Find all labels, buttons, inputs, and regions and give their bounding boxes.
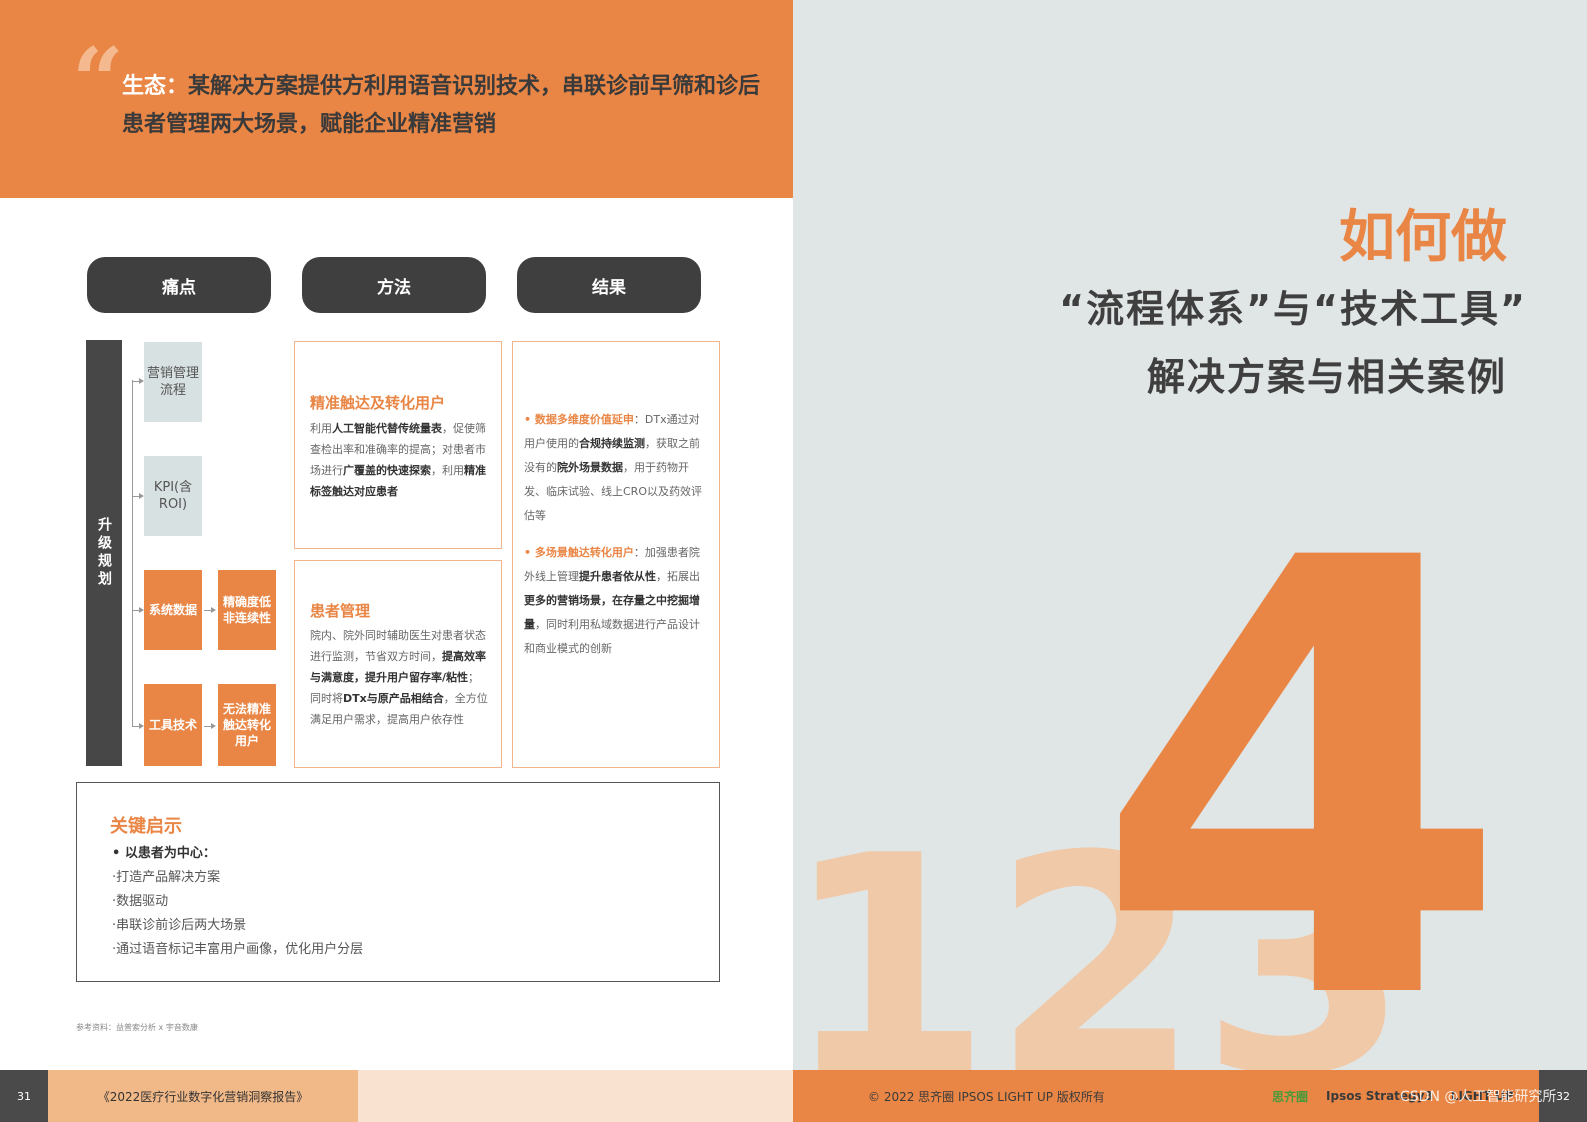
method-card-patient-text: 院内、院外同时辅助医生对患者状态进行监测，节省双方时间，提高效率与满意度，提升用… <box>310 625 488 730</box>
page-number-left: 31 <box>0 1070 48 1122</box>
text-bold: 提升患者依从性 <box>579 570 656 583</box>
right-page: 123 4 <box>793 0 1587 1070</box>
bracket-line <box>132 380 133 726</box>
result-item-data-title: • 数据多维度价值延申 <box>524 413 634 426</box>
text-bold: DTx与原产品相结合 <box>343 692 444 705</box>
key-insight-item: ·数据驱动 <box>112 894 169 909</box>
column-header-result: 结果 <box>517 257 701 313</box>
key-insight-title: 关键启示 <box>110 816 182 837</box>
key-insight-item: ·打造产品解决方案 <box>112 870 221 885</box>
upgrade-plan-bar: 升级规划 <box>86 340 122 766</box>
text-segment: ，利用 <box>431 464 464 477</box>
result-item-scene: • 多场景触达转化用户：加强患者院外线上管理提升患者依从性，拓展出更多的营销场景… <box>524 541 706 661</box>
text-bold: 人工智能代替传统量表 <box>332 422 442 435</box>
method-card-precise-title: 精准触达及转化用户 <box>310 394 446 412</box>
banner-label: 生态： <box>122 74 189 99</box>
key-insight-item: ·通过语音标记丰富用户画像，优化用户分层 <box>112 942 364 957</box>
arrow-icon <box>132 378 144 384</box>
text-bold: 合规持续监测 <box>579 437 645 450</box>
pain-kpi-box: KPI(含ROI) <box>144 456 202 536</box>
pain-system-issue-box: 精确度低非连续性 <box>218 570 276 650</box>
pain-marketing-box: 营销管理流程 <box>144 342 202 422</box>
report-title-footer: 《2022医疗行业数字化营销洞察报告》 <box>48 1070 358 1122</box>
reference-note: 参考资料：益普索分析 x 宇音数康 <box>76 1023 198 1032</box>
arrow-icon <box>132 493 144 499</box>
text-bold: 院外场景数据 <box>557 461 623 474</box>
result-item-data: • 数据多维度价值延申：DTx通过对用户使用的合规持续监测，获取之前没有的院外场… <box>524 408 706 528</box>
method-card-patient-title: 患者管理 <box>310 602 371 620</box>
result-item-data-title-text: 数据多维度价值延申 <box>534 413 634 426</box>
banner-body: 某解决方案提供方利用语音识别技术，串联诊前早筛和诊后患者管理两大场景，赋能企业精… <box>122 74 761 137</box>
arrow-icon <box>132 723 144 729</box>
banner-text: 生态：某解决方案提供方利用语音识别技术，串联诊前早筛和诊后患者管理两大场景，赋能… <box>122 68 762 144</box>
result-item-scene-title: • 多场景触达转化用户 <box>524 546 634 559</box>
subtitle-line2: 解决方案与相关案例 <box>1146 355 1507 399</box>
pain-system-box: 系统数据 <box>144 570 202 650</box>
copyright-text: © 2022 思齐圈 IPSOS LIGHT UP 版权所有 <box>868 1089 1105 1104</box>
big-digit-4: 4 <box>1093 433 1510 1070</box>
how-title: 如何做 <box>1339 205 1507 270</box>
big-numbers-graphic: 123 4 <box>793 433 1510 1070</box>
arrow-icon <box>204 607 216 613</box>
arrow-icon <box>204 723 216 729</box>
siqiquan-logo: 思齐圈 <box>1272 1089 1309 1104</box>
column-header-method: 方法 <box>302 257 486 313</box>
footer-left-band <box>358 1070 793 1122</box>
column-header-pain: 痛点 <box>87 257 271 313</box>
pain-tools-box: 工具技术 <box>144 684 202 766</box>
arrow-icon <box>132 607 144 613</box>
text-segment: ，拓展出 <box>656 570 700 583</box>
text-bold: 广覆盖的快速探索 <box>343 464 431 477</box>
key-insight-lead: • 以患者为中心： <box>112 846 216 861</box>
text-segment: ，同时利用私域数据进行产品设计和商业模式的创新 <box>524 618 700 655</box>
key-insight-item: ·串联诊前诊后两大场景 <box>112 918 247 933</box>
subtitle-line1: “流程体系”与“技术工具” <box>1059 287 1527 331</box>
pain-tools-issue-box: 无法精准触达转化用户 <box>218 684 276 766</box>
quote-mark-icon: “ <box>72 28 124 134</box>
watermark: CSDN @人工智能研究所 <box>1400 1089 1557 1105</box>
method-card-precise-text: 利用人工智能代替传统量表，促使筛查检出率和准确率的提高；对患者市场进行广覆盖的快… <box>310 418 488 502</box>
result-item-scene-title-text: 多场景触达转化用户 <box>534 546 634 559</box>
text-segment: 利用 <box>310 422 332 435</box>
